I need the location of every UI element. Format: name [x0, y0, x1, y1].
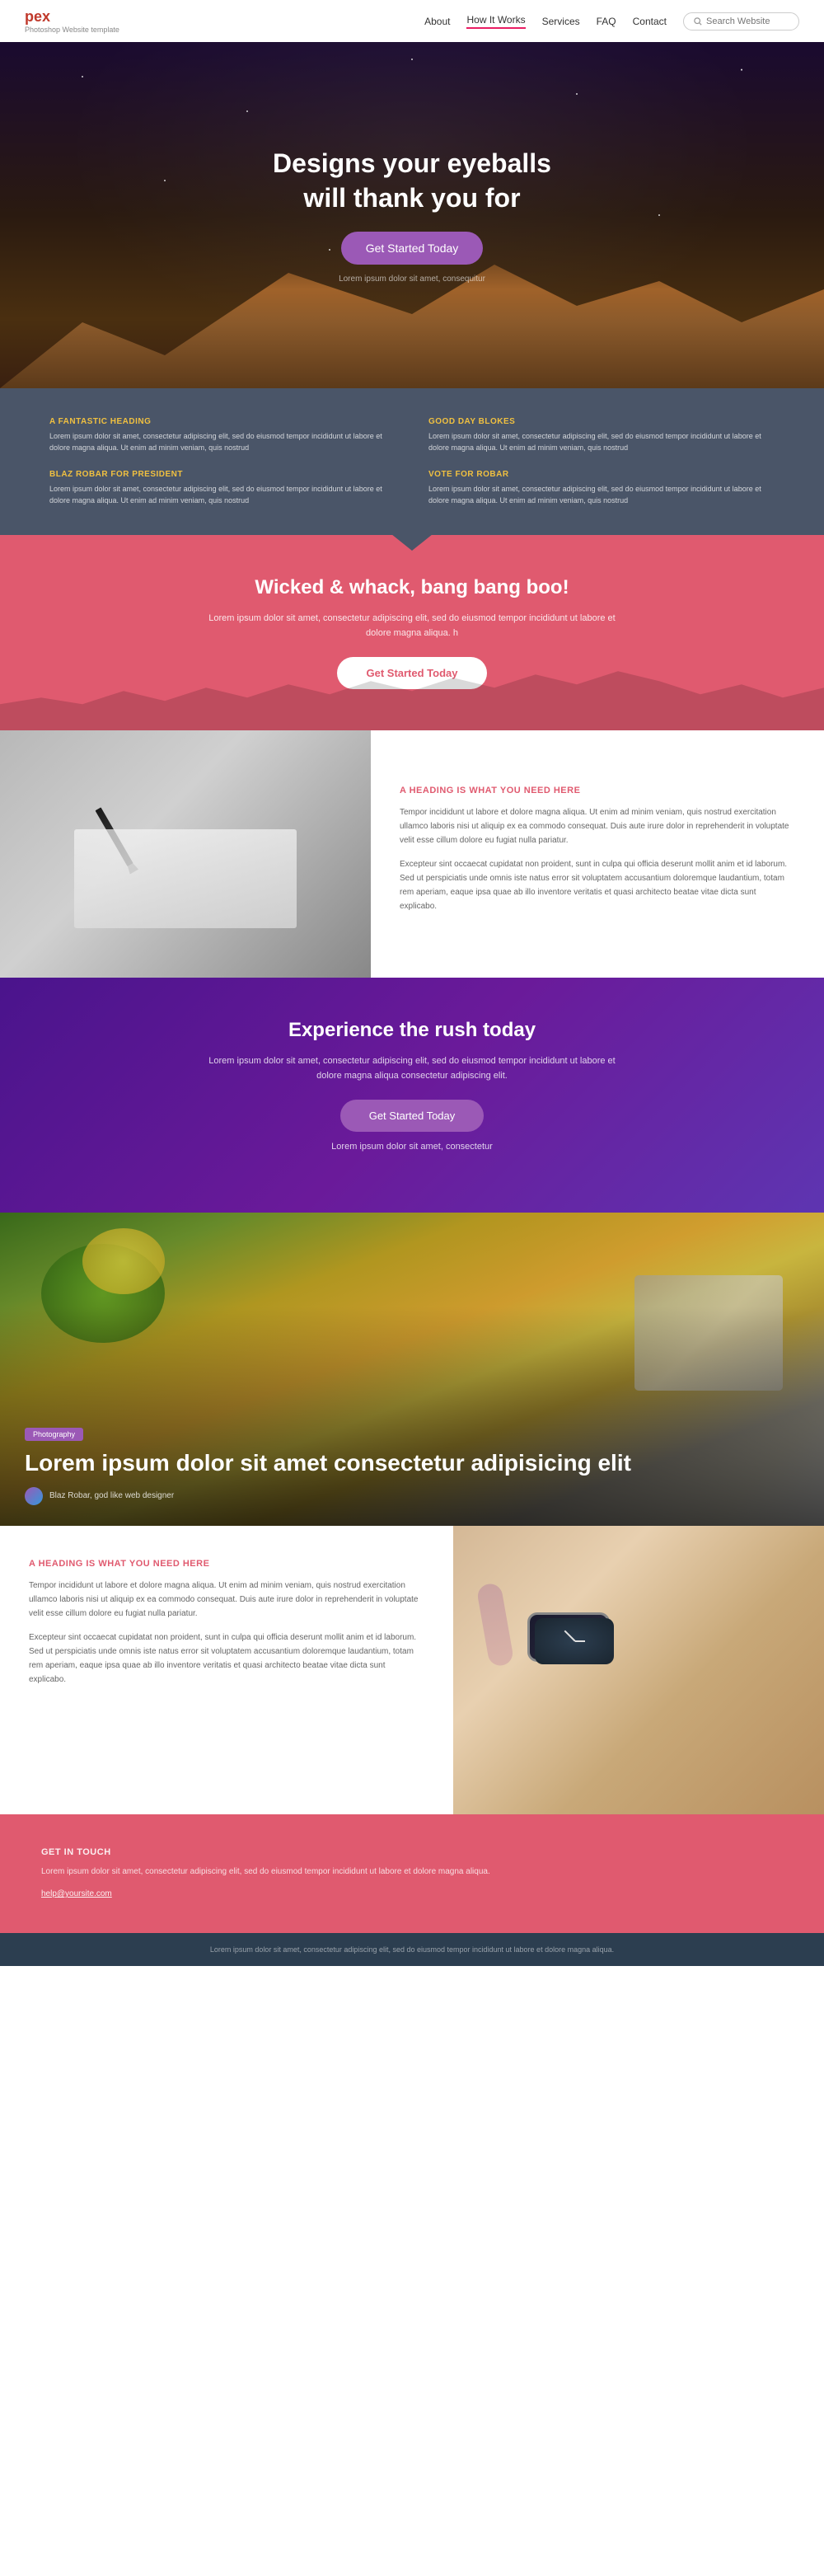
writing-image	[0, 730, 371, 978]
writing-heading: A HEADING IS WHAT YOU NEED HERE	[400, 786, 795, 795]
search-box[interactable]	[683, 12, 799, 30]
hand-writing-visual	[0, 730, 371, 978]
logo: pex Photoshop Website template	[25, 8, 119, 34]
hero-title: Designs your eyeballs will thank you for	[273, 147, 551, 215]
blog-content: Photography Lorem ipsum dolor sit amet c…	[0, 1405, 824, 1526]
writing-content: A HEADING IS WHAT YOU NEED HERE Tempor i…	[371, 730, 824, 978]
feature-heading-3: BLAZ ROBAR FOR PRESIDENT	[49, 470, 396, 479]
writing-para-1: Tempor incididunt ut labore et dolore ma…	[400, 805, 795, 847]
feature-item-1: A FANTASTIC HEADING Lorem ipsum dolor si…	[49, 417, 396, 453]
feature-body-3: Lorem ipsum dolor sit amet, consectetur …	[49, 484, 396, 506]
footer-bottom: Lorem ipsum dolor sit amet, consectetur …	[0, 1933, 824, 1966]
footer-contact: GET IN TOUCH Lorem ipsum dolor sit amet,…	[0, 1814, 824, 1933]
author-avatar	[25, 1487, 43, 1505]
search-input[interactable]	[706, 16, 789, 26]
purple-title: Experience the rush today	[25, 1019, 799, 1042]
feature-heading-4: VOTE FOR ROBAR	[428, 470, 775, 479]
purple-subtext: Lorem ipsum dolor sit amet, consectetur	[206, 1140, 618, 1155]
blog-author: Blaz Robar, god like web designer	[25, 1487, 799, 1505]
nav-about[interactable]: About	[424, 16, 450, 27]
pink-title: Wicked & whack, bang bang boo!	[25, 576, 799, 599]
pink-cta-section: Wicked & whack, bang bang boo! Lorem ips…	[0, 535, 824, 730]
nav-links: About How It Works Services FAQ Contact	[424, 12, 799, 30]
hero-subtext: Lorem ipsum dolor sit amet, consequitur	[273, 274, 551, 284]
nav-contact[interactable]: Contact	[633, 16, 667, 27]
nav-faq[interactable]: FAQ	[597, 16, 616, 27]
blog-title: Lorem ipsum dolor sit amet consectetur a…	[25, 1449, 799, 1477]
navbar: pex Photoshop Website template About How…	[0, 0, 824, 42]
footer-bottom-text: Lorem ipsum dolor sit amet, consectetur …	[25, 1945, 799, 1954]
author-name: Blaz Robar, god like web designer	[49, 1491, 174, 1500]
purple-section: Experience the rush today Lorem ipsum do…	[0, 978, 824, 1213]
article-heading: A HEADING IS WHAT YOU NEED HERE	[29, 1559, 424, 1569]
feature-body-4: Lorem ipsum dolor sit amet, consectetur …	[428, 484, 775, 506]
writing-split-section: A HEADING IS WHAT YOU NEED HERE Tempor i…	[0, 730, 824, 978]
feature-item-4: VOTE FOR ROBAR Lorem ipsum dolor sit ame…	[428, 470, 775, 506]
search-icon	[694, 17, 702, 26]
writing-para-2: Excepteur sint occaecat cupidatat non pr…	[400, 857, 795, 913]
article-content: A HEADING IS WHAT YOU NEED HERE Tempor i…	[0, 1526, 453, 1814]
hero-cta-button[interactable]: Get Started Today	[341, 232, 484, 265]
watch-hand-visual	[453, 1526, 824, 1814]
feature-heading-2: GOOD DAY BLOKES	[428, 417, 775, 426]
purple-cta-button[interactable]: Get Started Today	[340, 1100, 485, 1132]
footer-get-in-touch-heading: GET IN TOUCH	[41, 1847, 783, 1857]
hero-section: Designs your eyeballs will thank you for…	[0, 42, 824, 388]
features-grid: A FANTASTIC HEADING Lorem ipsum dolor si…	[49, 417, 775, 506]
blog-hero-section: Photography Lorem ipsum dolor sit amet c…	[0, 1213, 824, 1526]
purple-body: Lorem ipsum dolor sit amet, consectetur …	[206, 1054, 618, 1083]
footer-email-link[interactable]: help@yoursite.com	[41, 1889, 112, 1898]
article-para-1: Tempor incididunt ut labore et dolore ma…	[29, 1579, 424, 1621]
nav-services[interactable]: Services	[542, 16, 580, 27]
feature-item-2: GOOD DAY BLOKES Lorem ipsum dolor sit am…	[428, 417, 775, 453]
nav-how-it-works[interactable]: How It Works	[466, 14, 525, 29]
article-section: A HEADING IS WHAT YOU NEED HERE Tempor i…	[0, 1526, 824, 1814]
watch-image	[453, 1526, 824, 1814]
feature-body-1: Lorem ipsum dolor sit amet, consectetur …	[49, 431, 396, 453]
feature-body-2: Lorem ipsum dolor sit amet, consectetur …	[428, 431, 775, 453]
article-para-2: Excepteur sint occaecat cupidatat non pr…	[29, 1631, 424, 1687]
feature-item-3: BLAZ ROBAR FOR PRESIDENT Lorem ipsum dol…	[49, 470, 396, 506]
blog-tag: Photography	[25, 1428, 83, 1441]
features-section: A FANTASTIC HEADING Lorem ipsum dolor si…	[0, 388, 824, 535]
hero-content: Designs your eyeballs will thank you for…	[273, 147, 551, 284]
footer-contact-body: Lorem ipsum dolor sit amet, consectetur …	[41, 1865, 783, 1879]
feature-heading-1: A FANTASTIC HEADING	[49, 417, 396, 426]
pink-body: Lorem ipsum dolor sit amet, consectetur …	[206, 612, 618, 640]
